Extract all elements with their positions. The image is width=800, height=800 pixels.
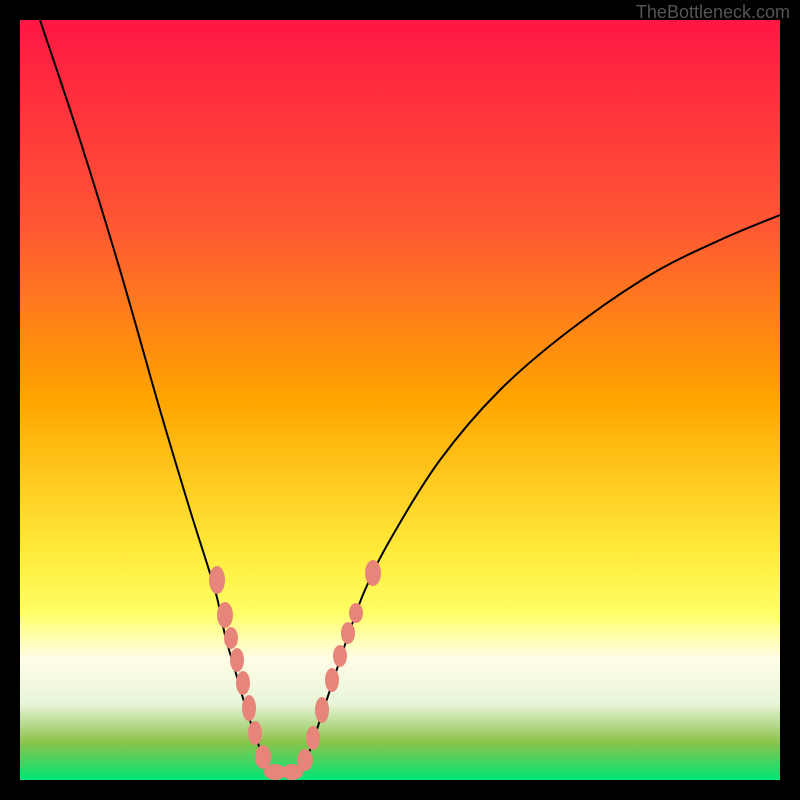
data-marker	[209, 566, 225, 594]
data-marker	[315, 697, 329, 723]
chart-frame: TheBottleneck.com	[0, 0, 800, 800]
chart-plot-area	[20, 20, 780, 780]
data-marker	[341, 622, 355, 644]
data-marker	[333, 645, 347, 667]
chart-svg	[20, 20, 780, 780]
data-marker	[217, 602, 233, 628]
data-marker	[306, 726, 320, 750]
data-marker	[230, 648, 244, 672]
attribution-text: TheBottleneck.com	[636, 2, 790, 23]
data-marker	[236, 671, 250, 695]
data-marker	[255, 745, 271, 769]
data-marker	[224, 627, 238, 649]
data-marker	[242, 695, 256, 721]
data-marker	[325, 668, 339, 692]
data-marker	[349, 603, 363, 623]
data-marker	[248, 721, 262, 745]
gradient-background	[20, 20, 780, 780]
data-marker	[365, 560, 381, 586]
data-marker	[297, 749, 313, 771]
